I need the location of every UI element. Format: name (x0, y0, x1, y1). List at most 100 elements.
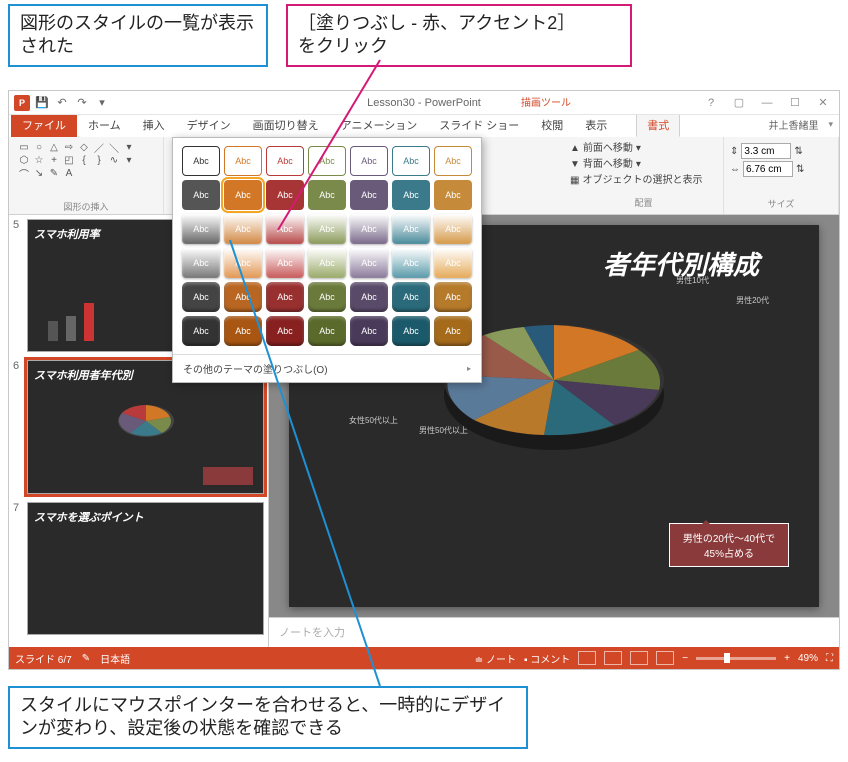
style-swatch-r2-c2[interactable]: Abc (266, 214, 304, 244)
tab-file[interactable]: ファイル (11, 113, 77, 137)
style-swatch-r2-c4[interactable]: Abc (350, 214, 388, 244)
fit-to-window-icon[interactable]: ⛶ (826, 653, 833, 664)
tab-transitions[interactable]: 画面切り替え (242, 113, 330, 137)
height-input[interactable] (741, 143, 791, 159)
style-swatch-r5-c4[interactable]: Abc (350, 316, 388, 346)
shape-arc-icon[interactable]: ⌒ (17, 167, 31, 179)
view-slideshow-icon[interactable] (656, 651, 674, 665)
shape-conn-icon[interactable]: ↘ (32, 167, 46, 179)
user-dropdown-icon[interactable]: ▾ (828, 119, 833, 130)
tab-animations[interactable]: アニメーション (330, 113, 429, 137)
style-swatch-r0-c1[interactable]: Abc (224, 146, 262, 176)
tab-design[interactable]: デザイン (176, 113, 242, 137)
style-swatch-r1-c4[interactable]: Abc (350, 180, 388, 210)
shape-plus-icon[interactable]: + (47, 154, 61, 166)
send-backward-button[interactable]: ▼ 背面へ移動 ▾ (570, 157, 717, 173)
shape-more2-icon[interactable]: ▾ (122, 154, 136, 166)
shape-freeform-icon[interactable]: ✎ (47, 167, 61, 179)
style-swatch-r3-c0[interactable]: Abc (182, 248, 220, 278)
width-spinner-icon[interactable]: ⇅ (796, 164, 804, 175)
zoom-out-icon[interactable]: − (682, 653, 688, 664)
shape-line-icon[interactable]: ／ (92, 141, 106, 153)
shape-callout-icon[interactable]: ◰ (62, 154, 76, 166)
shape-arrow-icon[interactable]: ⇨ (62, 141, 76, 153)
slide-callout-shape[interactable]: 男性の20代～40代で45%占める (669, 523, 789, 567)
status-language[interactable]: 日本語 (100, 651, 130, 666)
shape-circle-icon[interactable]: ○ (32, 141, 46, 153)
slide-thumbnail-7[interactable]: 7 スマホを選ぶポイント (13, 502, 264, 635)
tab-insert[interactable]: 挿入 (132, 113, 176, 137)
width-input[interactable] (743, 161, 793, 177)
shape-diamond-icon[interactable]: ◇ (77, 141, 91, 153)
shape-star-icon[interactable]: ☆ (32, 154, 46, 166)
style-swatch-r0-c4[interactable]: Abc (350, 146, 388, 176)
style-swatch-r1-c1[interactable]: Abc (224, 180, 262, 210)
shape-rect-icon[interactable]: ▭ (17, 141, 31, 153)
zoom-in-icon[interactable]: + (784, 653, 790, 664)
close-icon[interactable]: ✕ (811, 94, 835, 112)
view-reading-icon[interactable] (630, 651, 648, 665)
style-swatch-r3-c3[interactable]: Abc (308, 248, 346, 278)
view-sorter-icon[interactable] (604, 651, 622, 665)
shapes-gallery[interactable]: ▭ ○ △ ⇨ ◇ ／ ＼ ▾ ⬡ ☆ + ◰ { } ∿ ▾ ⌒ ↘ ✎ A (15, 139, 157, 181)
save-icon[interactable]: 💾 (33, 94, 51, 112)
undo-icon[interactable]: ↶ (53, 94, 71, 112)
style-swatch-r3-c2[interactable]: Abc (266, 248, 304, 278)
style-swatch-r0-c0[interactable]: Abc (182, 146, 220, 176)
style-swatch-r5-c5[interactable]: Abc (392, 316, 430, 346)
bring-forward-button[interactable]: ▲ 前面へ移動 ▾ (570, 141, 717, 157)
style-swatch-r4-c3[interactable]: Abc (308, 282, 346, 312)
tab-format[interactable]: 書式 (636, 113, 680, 137)
style-swatch-r5-c3[interactable]: Abc (308, 316, 346, 346)
ribbon-display-icon[interactable]: ▢ (727, 94, 751, 112)
tab-slideshow[interactable]: スライド ショー (428, 113, 530, 137)
qat-more-icon[interactable]: ▾ (93, 94, 111, 112)
status-notes-button[interactable]: ≐ ノート (475, 651, 516, 666)
style-swatch-r1-c0[interactable]: Abc (182, 180, 220, 210)
style-swatch-r0-c3[interactable]: Abc (308, 146, 346, 176)
style-swatch-r4-c5[interactable]: Abc (392, 282, 430, 312)
style-swatch-r1-c3[interactable]: Abc (308, 180, 346, 210)
tab-review[interactable]: 校閲 (530, 113, 574, 137)
app-icon[interactable]: P (13, 94, 31, 112)
style-swatch-r5-c2[interactable]: Abc (266, 316, 304, 346)
style-swatch-r0-c6[interactable]: Abc (434, 146, 472, 176)
style-swatch-r2-c3[interactable]: Abc (308, 214, 346, 244)
status-slide-indicator[interactable]: スライド 6/7 (15, 651, 72, 666)
status-comments-button[interactable]: ▪ コメント (524, 651, 570, 666)
style-swatch-r3-c6[interactable]: Abc (434, 248, 472, 278)
help-icon[interactable]: ? (699, 94, 723, 112)
shape-brace-icon[interactable]: { (77, 154, 91, 166)
tab-home[interactable]: ホーム (77, 113, 132, 137)
shape-curve-icon[interactable]: ∿ (107, 154, 121, 166)
style-swatch-r1-c2[interactable]: Abc (266, 180, 304, 210)
shape-line2-icon[interactable]: ＼ (107, 141, 121, 153)
style-swatch-r2-c1[interactable]: Abc (224, 214, 262, 244)
shape-triangle-icon[interactable]: △ (47, 141, 61, 153)
height-spinner-icon[interactable]: ⇅ (794, 146, 802, 157)
style-swatch-r2-c0[interactable]: Abc (182, 214, 220, 244)
view-normal-icon[interactable] (578, 651, 596, 665)
style-swatch-r3-c1[interactable]: Abc (224, 248, 262, 278)
selection-pane-button[interactable]: ▦ オブジェクトの選択と表示 (570, 173, 717, 189)
style-swatch-r4-c0[interactable]: Abc (182, 282, 220, 312)
shape-hex-icon[interactable]: ⬡ (17, 154, 31, 166)
style-swatch-r3-c5[interactable]: Abc (392, 248, 430, 278)
style-swatch-r2-c6[interactable]: Abc (434, 214, 472, 244)
shape-more1-icon[interactable]: ▾ (122, 141, 136, 153)
style-swatch-r1-c5[interactable]: Abc (392, 180, 430, 210)
more-theme-fills-button[interactable]: その他のテーマの塗りつぶし(O) (173, 354, 481, 382)
shape-brace2-icon[interactable]: } (92, 154, 106, 166)
style-swatch-r5-c1[interactable]: Abc (224, 316, 262, 346)
shape-text-icon[interactable]: A (62, 167, 76, 179)
tab-view[interactable]: 表示 (574, 113, 618, 137)
style-swatch-r4-c2[interactable]: Abc (266, 282, 304, 312)
notes-pane[interactable]: ノートを入力 (269, 617, 839, 647)
zoom-level[interactable]: 49% (798, 653, 818, 664)
style-swatch-r2-c5[interactable]: Abc (392, 214, 430, 244)
redo-icon[interactable]: ↷ (73, 94, 91, 112)
style-swatch-r0-c5[interactable]: Abc (392, 146, 430, 176)
style-swatch-r1-c6[interactable]: Abc (434, 180, 472, 210)
zoom-slider[interactable] (696, 657, 776, 660)
style-swatch-r4-c6[interactable]: Abc (434, 282, 472, 312)
